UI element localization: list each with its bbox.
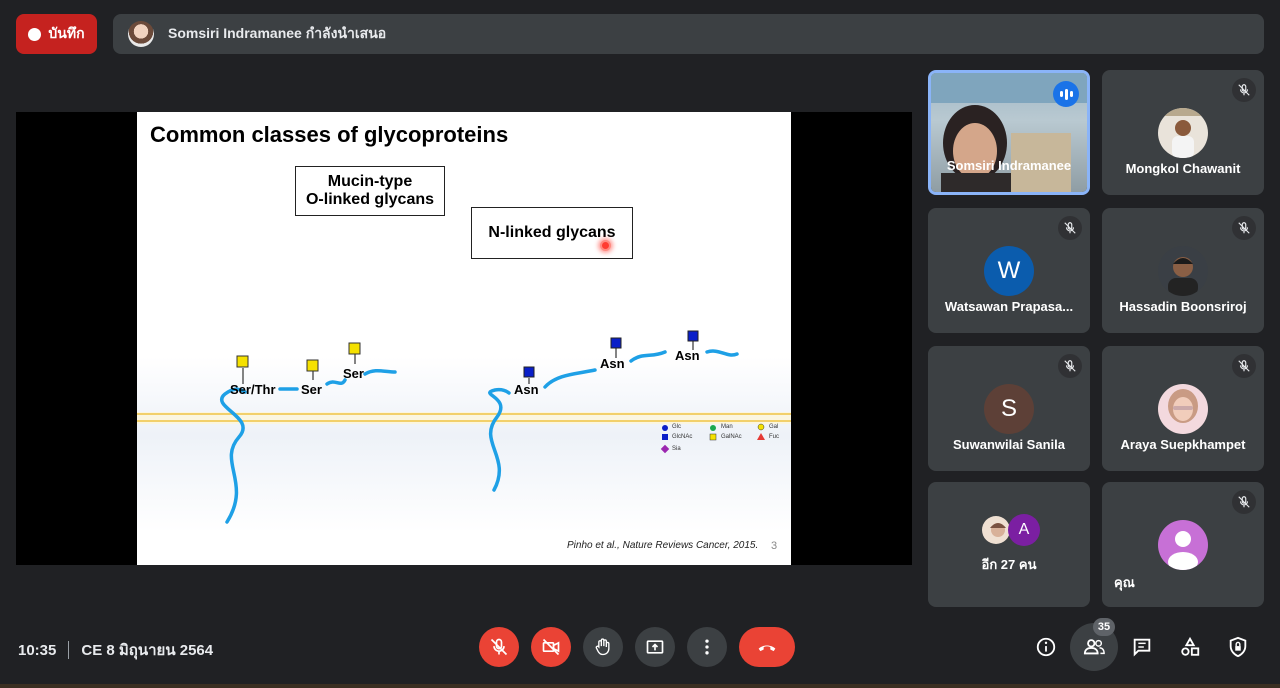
participant-tile-araya[interactable]: Araya Suepkhampet xyxy=(1102,346,1264,471)
others-avatar-letter: A xyxy=(1008,514,1040,546)
glcnac-square-2 xyxy=(610,337,622,349)
activities-icon xyxy=(1181,636,1200,656)
people-count-badge: 35 xyxy=(1093,618,1115,636)
legend-gal: Gal xyxy=(769,424,779,430)
participant-avatar xyxy=(1158,384,1208,434)
participant-avatar xyxy=(1158,108,1208,158)
more-options-button[interactable] xyxy=(687,627,727,667)
mic-off-icon xyxy=(490,638,508,656)
label-asn-1: Asn xyxy=(514,382,539,397)
legend-glcnac-symbol xyxy=(662,434,668,440)
chat-icon xyxy=(1133,638,1151,657)
record-dot-icon xyxy=(28,27,42,41)
participant-name: Araya Suepkhampet xyxy=(1120,437,1246,452)
galnac-square-1 xyxy=(236,355,249,368)
people-icon xyxy=(1083,639,1105,655)
chat-button[interactable] xyxy=(1122,627,1162,667)
hangup-icon xyxy=(758,645,776,652)
host-controls-button[interactable] xyxy=(1218,627,1258,667)
galnac-square-2 xyxy=(306,359,319,372)
activities-button[interactable] xyxy=(1170,627,1210,667)
presenter-text: Somsiri Indramanee กำลังนำเสนอ xyxy=(168,25,387,41)
self-avatar-icon xyxy=(1158,520,1208,570)
label-asn-3: Asn xyxy=(675,348,700,363)
mucin-box: Mucin-type O-linked glycans xyxy=(295,166,445,216)
galnac-square-3 xyxy=(348,342,361,355)
slide-diagram xyxy=(137,330,791,532)
participant-avatar xyxy=(1158,246,1208,296)
meeting-info: 10:35 CE 8 มิถุนายน 2564 xyxy=(18,638,213,662)
participant-tile-others[interactable]: A อีก 27 คน xyxy=(928,482,1090,607)
participant-name: Watsawan Prapasa... xyxy=(944,299,1074,314)
mic-toggle-button[interactable] xyxy=(479,627,519,667)
camera-off-icon xyxy=(542,638,560,656)
participant-name: Suwanwilai Sanila xyxy=(953,437,1065,452)
participant-name: คุณ xyxy=(1114,575,1135,590)
label-ser-thr: Ser/Thr xyxy=(230,382,276,397)
legend-glcnac: GlcNAc xyxy=(672,434,693,440)
shield-icon xyxy=(1229,636,1247,658)
record-button[interactable]: บันทึก xyxy=(16,14,97,54)
participant-tile-watsawan[interactable]: W Watsawan Prapasa... xyxy=(928,208,1090,333)
mucin-box-line2: O-linked glycans xyxy=(305,191,435,208)
slide: Common classes of glycoproteins Mucin-ty… xyxy=(137,112,791,565)
mic-off-icon xyxy=(1058,354,1082,378)
camera-toggle-button[interactable] xyxy=(531,627,571,667)
meeting-name: CE 8 มิถุนายน 2564 xyxy=(81,642,214,659)
legend-glc: Glc xyxy=(672,424,681,430)
participant-avatar: W xyxy=(984,246,1034,296)
speaking-indicator-icon xyxy=(1053,81,1079,107)
slide-page-number: 3 xyxy=(771,540,778,552)
mic-off-icon xyxy=(1232,216,1256,240)
legend-sia: Sia xyxy=(672,446,681,452)
divider xyxy=(68,641,70,659)
label-ser-2: Ser xyxy=(343,366,364,381)
legend-man-symbol xyxy=(710,425,716,431)
raise-hand-button[interactable] xyxy=(583,627,623,667)
meeting-details-button[interactable] xyxy=(1026,627,1066,667)
participant-tile-mongkol[interactable]: Mongkol Chawanit xyxy=(1102,70,1264,195)
bottom-strip xyxy=(0,684,1280,688)
others-count-label: อีก 27 คน xyxy=(981,557,1037,572)
slide-title: Common classes of glycoproteins xyxy=(150,122,509,147)
glcnac-square-3 xyxy=(687,330,699,342)
more-icon xyxy=(705,639,709,655)
leave-call-button[interactable] xyxy=(739,627,795,667)
mucin-box-line1: Mucin-type xyxy=(327,173,413,190)
participant-name: Mongkol Chawanit xyxy=(1125,161,1241,176)
presenter-banner[interactable]: Somsiri Indramanee กำลังนำเสนอ xyxy=(113,14,1264,54)
label-ser-1: Ser xyxy=(301,382,322,397)
legend-gal-symbol xyxy=(757,423,765,431)
record-label: บันทึก xyxy=(48,25,85,41)
presentation-stage: Common classes of glycoproteins Mucin-ty… xyxy=(16,112,912,565)
presenter-avatar xyxy=(128,21,154,47)
participant-tile-suwanwilai[interactable]: S Suwanwilai Sanila xyxy=(928,346,1090,471)
protein-segment-6 xyxy=(705,349,739,357)
legend-galnac-symbol xyxy=(709,433,717,441)
info-icon xyxy=(1036,637,1056,657)
participant-tile-hassadin[interactable]: Hassadin Boonsriroj xyxy=(1102,208,1264,333)
present-icon xyxy=(646,640,664,654)
mic-off-icon xyxy=(1232,78,1256,102)
glcnac-square-1 xyxy=(523,366,535,378)
present-button[interactable] xyxy=(635,627,675,667)
mic-off-icon xyxy=(1058,216,1082,240)
laser-pointer-icon xyxy=(600,240,611,251)
mic-off-icon xyxy=(1232,354,1256,378)
legend-galnac: GalNAc xyxy=(721,434,742,440)
legend-fuc: Fuc xyxy=(769,434,780,440)
legend-man: Man xyxy=(721,424,733,430)
slide-citation: Pinho et al., Nature Reviews Cancer, 201… xyxy=(567,540,759,551)
participant-tile-self[interactable]: คุณ xyxy=(1102,482,1264,607)
clock-time: 10:35 xyxy=(18,641,57,659)
legend-glc-symbol xyxy=(662,425,668,431)
label-asn-2: Asn xyxy=(600,356,625,371)
hand-icon xyxy=(595,638,610,656)
participant-name: Hassadin Boonsriroj xyxy=(1119,299,1247,314)
n-linked-box: N-linked glycans xyxy=(471,207,633,259)
mic-off-icon xyxy=(1232,490,1256,514)
participant-avatar: S xyxy=(984,384,1034,434)
participant-tile-somsiri[interactable]: Somsiri Indramanee xyxy=(928,70,1090,195)
participant-name: Somsiri Indramanee xyxy=(946,158,1072,173)
